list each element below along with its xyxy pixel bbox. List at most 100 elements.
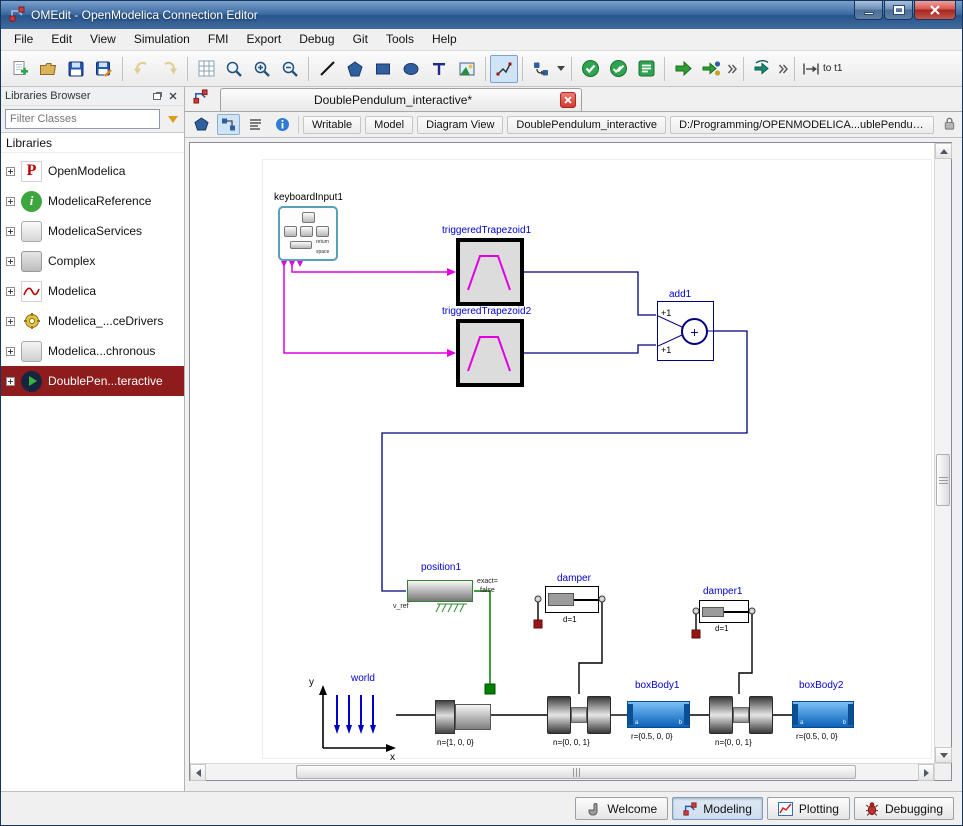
polygon-tool-button[interactable] [341, 55, 369, 83]
library-item-modelicareference[interactable]: i ModelicaReference [1, 186, 184, 216]
component-position1[interactable] [407, 580, 473, 602]
instantiate-model-button[interactable] [632, 55, 660, 83]
ellipse-tool-button[interactable] [397, 55, 425, 83]
library-item-modelica[interactable]: Modelica [1, 276, 184, 306]
menu-git[interactable]: Git [344, 29, 377, 50]
component-joint2[interactable] [547, 696, 571, 734]
simulate-with-debugger-button[interactable] [697, 55, 725, 83]
simulate-button[interactable] [669, 55, 697, 83]
component-keyboardinput1[interactable]: return space [278, 206, 338, 261]
connection-trapezoid2-add1[interactable] [524, 345, 656, 353]
menu-edit[interactable]: Edit [42, 29, 81, 50]
show-grid-button[interactable] [192, 55, 220, 83]
documentation-view-button[interactable] [271, 114, 294, 135]
component-damper[interactable] [545, 586, 599, 613]
library-item-modelica-devicedrivers[interactable]: Modelica_...ceDrivers [1, 306, 184, 336]
diagram-view-button[interactable] [217, 114, 240, 135]
simulation-interval-widget[interactable]: to t1 [799, 62, 846, 76]
undo-button[interactable] [127, 55, 155, 83]
vertical-scroll-thumb[interactable] [936, 454, 950, 506]
text-view-button[interactable] [244, 114, 267, 135]
transition-dropdown-caret[interactable] [557, 66, 565, 71]
expand-icon[interactable] [6, 167, 15, 176]
scroll-down-button[interactable] [935, 747, 952, 763]
scroll-left-button[interactable] [190, 764, 206, 781]
redo-button[interactable] [155, 55, 183, 83]
plotting-perspective-button[interactable]: Plotting [767, 797, 850, 820]
library-item-openmodelica[interactable]: P OpenModelica [1, 156, 184, 186]
expand-icon[interactable] [6, 377, 15, 386]
modeling-perspective-button[interactable]: Modeling [672, 797, 763, 820]
component-damper1[interactable] [699, 600, 749, 623]
expand-icon[interactable] [6, 227, 15, 236]
line-tool-button[interactable] [313, 55, 341, 83]
connection-position1-joint1[interactable] [474, 591, 490, 684]
component-joint3[interactable] [709, 696, 733, 734]
lock-icon[interactable] [942, 115, 957, 134]
menu-help[interactable]: Help [423, 29, 466, 50]
expand-icon[interactable] [6, 317, 15, 326]
library-item-doublependulum-interactive[interactable]: DoublePen...teractive [1, 366, 184, 396]
tab-doublependulum-interactive[interactable]: DoublePendulum_interactive* [220, 88, 582, 111]
menu-export[interactable]: Export [238, 29, 291, 50]
writable-label[interactable]: Writable [303, 116, 361, 134]
horizontal-scroll-thumb[interactable] [296, 765, 856, 779]
expand-icon[interactable] [6, 287, 15, 296]
menu-view[interactable]: View [81, 29, 125, 50]
welcome-perspective-button[interactable]: Welcome [575, 797, 668, 820]
library-item-modelicaservices[interactable]: ModelicaServices [1, 216, 184, 246]
undock-panel-button[interactable] [150, 90, 164, 103]
component-boxbody1[interactable]: a b [627, 701, 690, 728]
open-model-button[interactable] [34, 55, 62, 83]
filter-classes-input[interactable] [5, 109, 160, 129]
library-item-modelica-synchronous[interactable]: Modelica...chronous [1, 336, 184, 366]
connection-damper-joint2[interactable] [579, 602, 602, 694]
scroll-right-button[interactable] [918, 764, 934, 781]
minimize-button[interactable] [854, 1, 883, 20]
zoom-in-button[interactable] [248, 55, 276, 83]
connection-damper1-joint3[interactable] [739, 614, 752, 694]
component-add1[interactable]: +1 +1 + [657, 301, 714, 361]
connection-add1-position1[interactable] [382, 331, 747, 591]
zoom-out-button[interactable] [276, 55, 304, 83]
reset-zoom-button[interactable] [220, 55, 248, 83]
save-as-button[interactable] [90, 55, 118, 83]
transition-mode-button[interactable] [527, 55, 555, 83]
close-button[interactable] [914, 1, 956, 20]
simulate-overflow-chevron[interactable] [725, 64, 739, 74]
component-triggeredtrapezoid1[interactable] [456, 238, 524, 306]
resimulate-button[interactable] [748, 55, 776, 83]
connection-keyboard-trapezoid2[interactable] [284, 261, 447, 353]
diagram-canvas[interactable]: keyboardInput1 return space triggeredTra… [189, 142, 952, 781]
new-model-button[interactable] [6, 55, 34, 83]
tab-close-button[interactable] [560, 92, 576, 108]
library-item-complex[interactable]: Complex [1, 246, 184, 276]
titlebar[interactable]: OMEdit - OpenModelica Connection Editor [1, 1, 962, 29]
scroll-up-button[interactable] [935, 143, 952, 159]
menu-tools[interactable]: Tools [377, 29, 423, 50]
maximize-button[interactable] [884, 1, 913, 20]
connection-trapezoid1-add1[interactable] [524, 272, 656, 315]
component-boxbody2[interactable]: a b [792, 701, 854, 728]
connection-keyboard-trapezoid1[interactable] [292, 261, 447, 272]
expand-icon[interactable] [6, 197, 15, 206]
bitmap-tool-button[interactable] [453, 55, 481, 83]
connect-mode-button[interactable] [490, 55, 518, 83]
horizontal-scrollbar[interactable] [190, 763, 934, 780]
text-tool-button[interactable] [425, 55, 453, 83]
component-triggeredtrapezoid2[interactable] [456, 319, 524, 387]
icon-view-button[interactable] [190, 114, 213, 135]
menu-debug[interactable]: Debug [290, 29, 343, 50]
expand-icon[interactable] [6, 347, 15, 356]
component-joint1[interactable] [435, 700, 455, 734]
menu-file[interactable]: File [5, 29, 42, 50]
debugging-perspective-button[interactable]: Debugging [854, 797, 954, 820]
menu-fmi[interactable]: FMI [199, 29, 238, 50]
diagram-surface[interactable]: keyboardInput1 return space triggeredTra… [190, 143, 934, 763]
filter-options-button[interactable] [166, 113, 180, 126]
expand-icon[interactable] [6, 257, 15, 266]
save-button[interactable] [62, 55, 90, 83]
vertical-scrollbar[interactable] [934, 143, 951, 763]
resimulate-overflow-chevron[interactable] [776, 64, 790, 74]
close-panel-button[interactable] [166, 90, 180, 103]
